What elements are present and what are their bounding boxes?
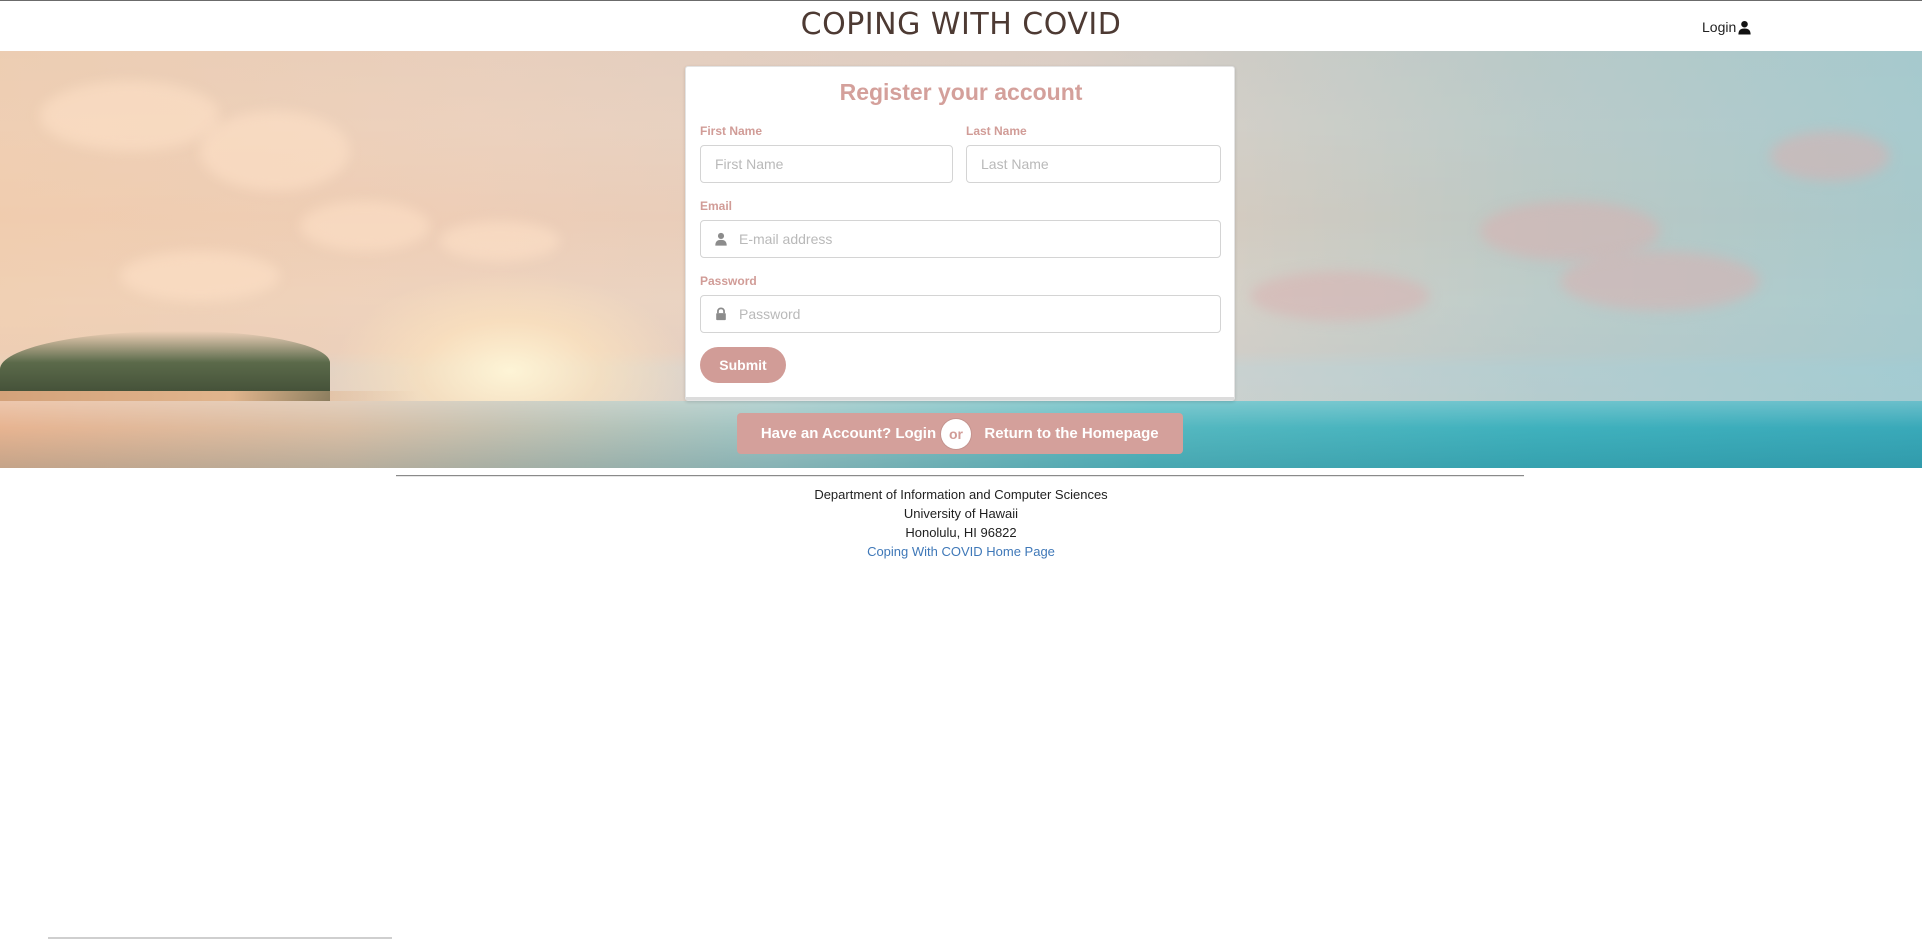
cloud — [1560, 251, 1760, 311]
cloud — [120, 251, 280, 301]
cloud — [200, 111, 350, 191]
home-page-link[interactable]: Coping With COVID Home Page — [867, 544, 1055, 559]
first-name-label: First Name — [700, 124, 763, 138]
have-account-login-button[interactable]: Have an Account? Login — [737, 413, 960, 454]
cloud — [440, 221, 560, 261]
register-form-card: Register your account First Name Last Na… — [685, 66, 1235, 401]
cloud — [300, 201, 430, 251]
first-name-input[interactable] — [700, 145, 953, 183]
password-input[interactable] — [700, 295, 1221, 333]
lock-icon — [716, 307, 726, 321]
last-name-label: Last Name — [966, 124, 1027, 138]
footer-university: University of Hawaii — [903, 506, 1019, 521]
footer-department: Department of Information and Computer S… — [814, 487, 1108, 502]
cloud — [1250, 271, 1430, 321]
auth-action-buttons: Have an Account? Login Return to the Hom… — [737, 413, 1183, 454]
register-title: Register your account — [839, 79, 1083, 105]
user-icon — [715, 232, 727, 246]
cloud — [1770, 131, 1890, 181]
or-divider: or — [941, 419, 971, 449]
footer-divider — [396, 475, 1524, 477]
footer-address: Honolulu, HI 96822 — [905, 525, 1017, 540]
email-input[interactable] — [700, 220, 1221, 258]
footer-link-row: Coping With COVID Home Page — [0, 542, 1922, 561]
user-icon — [1738, 20, 1751, 35]
return-homepage-button[interactable]: Return to the Homepage — [960, 413, 1183, 454]
email-label: Email — [700, 199, 733, 213]
submit-button[interactable]: Submit — [700, 347, 786, 383]
cloud — [40, 81, 220, 151]
login-label: Login — [1702, 19, 1737, 35]
last-name-input[interactable] — [966, 145, 1221, 183]
password-label: Password — [700, 274, 757, 288]
login-menu-link[interactable]: Login — [1702, 17, 1752, 37]
page: COPING WITH COVID Login Register your ac… — [0, 0, 1922, 939]
top-navbar: COPING WITH COVID Login — [0, 0, 1922, 51]
site-title: COPING WITH COVID — [800, 7, 1122, 42]
